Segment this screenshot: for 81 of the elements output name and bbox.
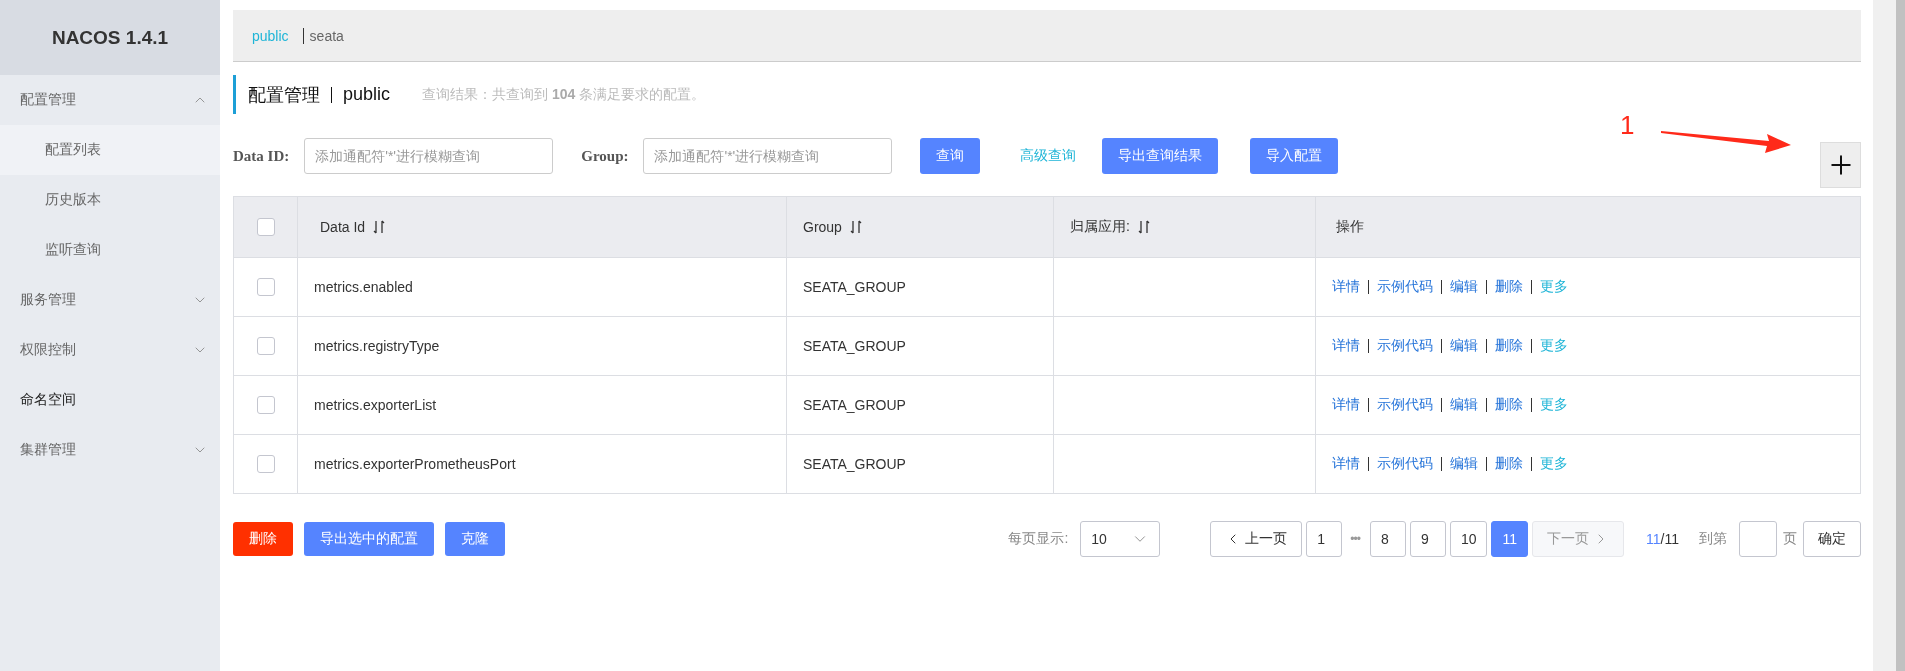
more-link[interactable]: 更多: [1540, 337, 1568, 355]
namespace-name: public: [343, 84, 391, 105]
column-header: Group: [803, 219, 842, 235]
sidebar-item[interactable]: 服务管理: [0, 275, 220, 325]
action-link[interactable]: 示例代码: [1377, 396, 1433, 414]
add-button[interactable]: [1820, 142, 1861, 188]
action-link[interactable]: 删除: [1495, 396, 1523, 414]
page-button[interactable]: 9: [1409, 521, 1446, 557]
action-link[interactable]: 删除: [1495, 337, 1523, 355]
more-link[interactable]: 更多: [1540, 278, 1568, 296]
sidebar-item[interactable]: 权限控制: [0, 325, 220, 375]
page-size-label: 每页显示:: [1008, 530, 1069, 548]
page-button[interactable]: 10: [1449, 521, 1488, 557]
column-header: 操作: [1336, 218, 1364, 236]
confirm-button[interactable]: 确定: [1803, 521, 1861, 557]
action-button[interactable]: 查询: [920, 138, 981, 174]
namespace-link[interactable]: seata: [302, 27, 344, 44]
page-input[interactable]: [1739, 521, 1777, 557]
table-cell: metrics.exporterList: [314, 397, 437, 413]
sidebar-subitem[interactable]: 配置列表: [0, 125, 220, 175]
checkbox[interactable]: [256, 218, 275, 236]
action-link[interactable]: 编辑: [1450, 278, 1478, 296]
prev-page-button[interactable]: 上一页: [1210, 521, 1303, 557]
sidebar-item[interactable]: 配置管理: [0, 75, 220, 125]
field-label: Group:: [581, 147, 629, 165]
action-link[interactable]: 示例代码: [1377, 455, 1433, 473]
action-link[interactable]: 详情: [1332, 396, 1360, 414]
action-link[interactable]: 编辑: [1450, 455, 1478, 473]
action-link[interactable]: 示例代码: [1377, 337, 1433, 355]
sort-icon[interactable]: [1137, 220, 1150, 234]
more-link[interactable]: 更多: [1540, 396, 1568, 414]
sort-icon[interactable]: [373, 220, 386, 234]
sidebar-subitem[interactable]: 历史版本: [0, 175, 220, 225]
more-link[interactable]: 更多: [1540, 455, 1568, 473]
table-cell: SEATA_GROUP: [803, 397, 906, 413]
search-field[interactable]: 添加通配符'*'进行模糊查询: [643, 138, 893, 174]
sort-icon[interactable]: [849, 220, 862, 234]
sidebar-item[interactable]: 集群管理: [0, 425, 220, 475]
result-summary: 查询结果：共查询到 104 条满足要求的配置。: [422, 85, 706, 104]
app-title: NACOS 1.4.1: [0, 0, 220, 75]
sidebar-subitem[interactable]: 监听查询: [0, 225, 220, 275]
ellipsis: •••: [1350, 532, 1360, 546]
table-cell: metrics.enabled: [314, 279, 413, 295]
action-link[interactable]: 删除: [1495, 278, 1523, 296]
checkbox[interactable]: [256, 455, 275, 473]
page-title: 配置管理: [248, 83, 320, 107]
page-button[interactable]: 1: [1306, 521, 1343, 557]
action-link[interactable]: 详情: [1332, 455, 1360, 473]
action-link[interactable]: 详情: [1332, 337, 1360, 355]
page-size-select[interactable]: 10: [1080, 521, 1161, 557]
checkbox[interactable]: [256, 337, 275, 355]
action-link[interactable]: 示例代码: [1377, 278, 1433, 296]
page-count: 11/11: [1646, 531, 1679, 547]
table-cell: SEATA_GROUP: [803, 338, 906, 354]
page-button[interactable]: 11: [1491, 521, 1528, 557]
action-link[interactable]: 详情: [1332, 278, 1360, 296]
jump-label: 到第: [1699, 530, 1727, 548]
table-cell: SEATA_GROUP: [803, 456, 906, 472]
action-button[interactable]: 导出查询结果: [1102, 138, 1219, 174]
action-link[interactable]: 编辑: [1450, 396, 1478, 414]
action-link[interactable]: 删除: [1495, 455, 1523, 473]
checkbox[interactable]: [256, 278, 275, 296]
action-button[interactable]: 导入配置: [1250, 138, 1339, 174]
page-button[interactable]: 8: [1369, 521, 1406, 557]
advanced-search-link[interactable]: 高级查询: [1020, 138, 1077, 174]
action-link[interactable]: 编辑: [1450, 337, 1478, 355]
field-label: Data ID:: [233, 147, 290, 165]
column-header: Data Id: [320, 219, 366, 235]
table-cell: metrics.registryType: [314, 338, 440, 354]
annotation-number: 1: [1620, 110, 1635, 141]
table-cell: metrics.exporterPrometheusPort: [314, 456, 516, 472]
action-button[interactable]: 克隆: [445, 522, 505, 556]
checkbox[interactable]: [256, 396, 275, 414]
action-button[interactable]: 导出选中的配置: [304, 522, 434, 556]
sidebar-item[interactable]: 命名空间: [0, 375, 220, 425]
action-button[interactable]: 删除: [233, 522, 293, 556]
page-unit: 页: [1783, 530, 1797, 548]
scrollbar[interactable]: [1873, 0, 1905, 671]
table-cell: SEATA_GROUP: [803, 279, 906, 295]
search-field[interactable]: 添加通配符'*'进行模糊查询: [304, 138, 554, 174]
column-header: 归属应用:: [1070, 218, 1130, 236]
